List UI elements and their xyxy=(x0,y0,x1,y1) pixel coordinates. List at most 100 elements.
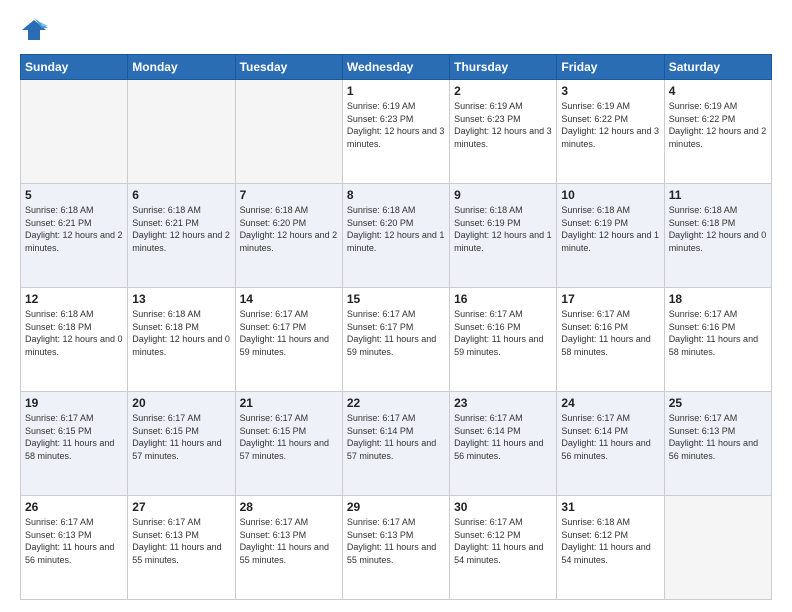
weekday-thursday: Thursday xyxy=(450,55,557,80)
day-number: 18 xyxy=(669,291,767,307)
week-row-1: 1Sunrise: 6:19 AM Sunset: 6:23 PM Daylig… xyxy=(21,80,772,184)
day-cell: 2Sunrise: 6:19 AM Sunset: 6:23 PM Daylig… xyxy=(450,80,557,184)
day-number: 8 xyxy=(347,187,445,203)
week-row-5: 26Sunrise: 6:17 AM Sunset: 6:13 PM Dayli… xyxy=(21,496,772,600)
day-cell: 21Sunrise: 6:17 AM Sunset: 6:15 PM Dayli… xyxy=(235,392,342,496)
day-number: 26 xyxy=(25,499,123,515)
day-number: 22 xyxy=(347,395,445,411)
day-number: 11 xyxy=(669,187,767,203)
day-info: Sunrise: 6:19 AM Sunset: 6:22 PM Dayligh… xyxy=(669,100,767,150)
day-number: 13 xyxy=(132,291,230,307)
day-cell: 3Sunrise: 6:19 AM Sunset: 6:22 PM Daylig… xyxy=(557,80,664,184)
day-info: Sunrise: 6:17 AM Sunset: 6:16 PM Dayligh… xyxy=(454,308,552,358)
day-info: Sunrise: 6:18 AM Sunset: 6:18 PM Dayligh… xyxy=(25,308,123,358)
day-info: Sunrise: 6:17 AM Sunset: 6:13 PM Dayligh… xyxy=(132,516,230,566)
day-cell: 20Sunrise: 6:17 AM Sunset: 6:15 PM Dayli… xyxy=(128,392,235,496)
day-number: 15 xyxy=(347,291,445,307)
day-cell: 5Sunrise: 6:18 AM Sunset: 6:21 PM Daylig… xyxy=(21,184,128,288)
day-info: Sunrise: 6:17 AM Sunset: 6:15 PM Dayligh… xyxy=(240,412,338,462)
day-cell: 29Sunrise: 6:17 AM Sunset: 6:13 PM Dayli… xyxy=(342,496,449,600)
day-number: 30 xyxy=(454,499,552,515)
day-info: Sunrise: 6:19 AM Sunset: 6:23 PM Dayligh… xyxy=(347,100,445,150)
day-cell: 30Sunrise: 6:17 AM Sunset: 6:12 PM Dayli… xyxy=(450,496,557,600)
weekday-header-row: SundayMondayTuesdayWednesdayThursdayFrid… xyxy=(21,55,772,80)
weekday-tuesday: Tuesday xyxy=(235,55,342,80)
day-cell: 19Sunrise: 6:17 AM Sunset: 6:15 PM Dayli… xyxy=(21,392,128,496)
day-cell xyxy=(128,80,235,184)
day-number: 5 xyxy=(25,187,123,203)
day-info: Sunrise: 6:18 AM Sunset: 6:21 PM Dayligh… xyxy=(132,204,230,254)
day-number: 19 xyxy=(25,395,123,411)
day-info: Sunrise: 6:17 AM Sunset: 6:16 PM Dayligh… xyxy=(561,308,659,358)
page: SundayMondayTuesdayWednesdayThursdayFrid… xyxy=(0,0,792,612)
day-cell: 16Sunrise: 6:17 AM Sunset: 6:16 PM Dayli… xyxy=(450,288,557,392)
day-cell: 23Sunrise: 6:17 AM Sunset: 6:14 PM Dayli… xyxy=(450,392,557,496)
weekday-saturday: Saturday xyxy=(664,55,771,80)
day-cell: 13Sunrise: 6:18 AM Sunset: 6:18 PM Dayli… xyxy=(128,288,235,392)
day-cell: 15Sunrise: 6:17 AM Sunset: 6:17 PM Dayli… xyxy=(342,288,449,392)
day-cell: 31Sunrise: 6:18 AM Sunset: 6:12 PM Dayli… xyxy=(557,496,664,600)
weekday-sunday: Sunday xyxy=(21,55,128,80)
day-cell: 11Sunrise: 6:18 AM Sunset: 6:18 PM Dayli… xyxy=(664,184,771,288)
day-cell xyxy=(664,496,771,600)
day-number: 16 xyxy=(454,291,552,307)
logo xyxy=(20,16,52,44)
day-cell xyxy=(235,80,342,184)
day-number: 17 xyxy=(561,291,659,307)
day-cell: 8Sunrise: 6:18 AM Sunset: 6:20 PM Daylig… xyxy=(342,184,449,288)
weekday-monday: Monday xyxy=(128,55,235,80)
calendar-table: SundayMondayTuesdayWednesdayThursdayFrid… xyxy=(20,54,772,600)
day-cell: 1Sunrise: 6:19 AM Sunset: 6:23 PM Daylig… xyxy=(342,80,449,184)
header xyxy=(20,16,772,44)
day-info: Sunrise: 6:19 AM Sunset: 6:22 PM Dayligh… xyxy=(561,100,659,150)
week-row-4: 19 Sunrise: 6:17 AM Sunset: 6:15 PM Dayli… xyxy=(21,392,772,496)
day-cell: 14Sunrise: 6:17 AM Sunset: 6:17 PM Dayli… xyxy=(235,288,342,392)
day-info: Sunrise: 6:17 AM Sunset: 6:17 PM Dayligh… xyxy=(240,308,338,358)
day-info: Sunrise: 6:19 AM Sunset: 6:23 PM Dayligh… xyxy=(454,100,552,150)
day-info: Sunrise: 6:17 AM Sunset: 6:13 PM Dayligh… xyxy=(669,412,767,462)
day-number: 12 xyxy=(25,291,123,307)
week-row-3: 12Sunrise: 6:18 AM Sunset: 6:18 PM Dayli… xyxy=(21,288,772,392)
day-info: Sunrise: 6:17 AM Sunset: 6:13 PM Dayligh… xyxy=(25,516,123,566)
day-number: 10 xyxy=(561,187,659,203)
week-row-2: 5Sunrise: 6:18 AM Sunset: 6:21 PM Daylig… xyxy=(21,184,772,288)
day-cell: 12Sunrise: 6:18 AM Sunset: 6:18 PM Dayli… xyxy=(21,288,128,392)
day-number: 20 xyxy=(132,395,230,411)
day-cell xyxy=(21,80,128,184)
day-info: Sunrise: 6:17 AM Sunset: 6:13 PM Dayligh… xyxy=(240,516,338,566)
day-cell: 9Sunrise: 6:18 AM Sunset: 6:19 PM Daylig… xyxy=(450,184,557,288)
day-info: Sunrise: 6:17 AM Sunset: 6:15 PM Dayligh… xyxy=(132,412,230,462)
weekday-wednesday: Wednesday xyxy=(342,55,449,80)
day-info: Sunrise: 6:18 AM Sunset: 6:21 PM Dayligh… xyxy=(25,204,123,254)
day-number: 4 xyxy=(669,83,767,99)
day-cell: 4Sunrise: 6:19 AM Sunset: 6:22 PM Daylig… xyxy=(664,80,771,184)
day-cell: 22Sunrise: 6:17 AM Sunset: 6:14 PM Dayli… xyxy=(342,392,449,496)
day-number: 31 xyxy=(561,499,659,515)
day-cell: 24Sunrise: 6:17 AM Sunset: 6:14 PM Dayli… xyxy=(557,392,664,496)
day-info: Sunrise: 6:18 AM Sunset: 6:20 PM Dayligh… xyxy=(240,204,338,254)
day-number: 6 xyxy=(132,187,230,203)
day-info: Sunrise: 6:18 AM Sunset: 6:19 PM Dayligh… xyxy=(561,204,659,254)
day-number: 14 xyxy=(240,291,338,307)
day-info: Sunrise: 6:18 AM Sunset: 6:12 PM Dayligh… xyxy=(561,516,659,566)
day-cell: 28Sunrise: 6:17 AM Sunset: 6:13 PM Dayli… xyxy=(235,496,342,600)
day-info: Sunrise: 6:17 AM Sunset: 6:17 PM Dayligh… xyxy=(347,308,445,358)
day-info: Sunrise: 6:17 AM Sunset: 6:14 PM Dayligh… xyxy=(561,412,659,462)
day-cell: 6Sunrise: 6:18 AM Sunset: 6:21 PM Daylig… xyxy=(128,184,235,288)
day-info: Sunrise: 6:18 AM Sunset: 6:18 PM Dayligh… xyxy=(132,308,230,358)
day-info: Sunrise: 6:17 AM Sunset: 6:12 PM Dayligh… xyxy=(454,516,552,566)
day-info: Sunrise: 6:18 AM Sunset: 6:20 PM Dayligh… xyxy=(347,204,445,254)
day-number: 25 xyxy=(669,395,767,411)
logo-icon xyxy=(20,16,48,44)
day-number: 3 xyxy=(561,83,659,99)
day-cell: 18Sunrise: 6:17 AM Sunset: 6:16 PM Dayli… xyxy=(664,288,771,392)
day-cell: 10Sunrise: 6:18 AM Sunset: 6:19 PM Dayli… xyxy=(557,184,664,288)
day-number: 7 xyxy=(240,187,338,203)
day-cell: 27Sunrise: 6:17 AM Sunset: 6:13 PM Dayli… xyxy=(128,496,235,600)
day-info: Sunrise: 6:17 AM Sunset: 6:13 PM Dayligh… xyxy=(347,516,445,566)
day-info: Sunrise: 6:18 AM Sunset: 6:19 PM Dayligh… xyxy=(454,204,552,254)
day-number: 29 xyxy=(347,499,445,515)
day-number: 1 xyxy=(347,83,445,99)
day-number: 23 xyxy=(454,395,552,411)
weekday-friday: Friday xyxy=(557,55,664,80)
